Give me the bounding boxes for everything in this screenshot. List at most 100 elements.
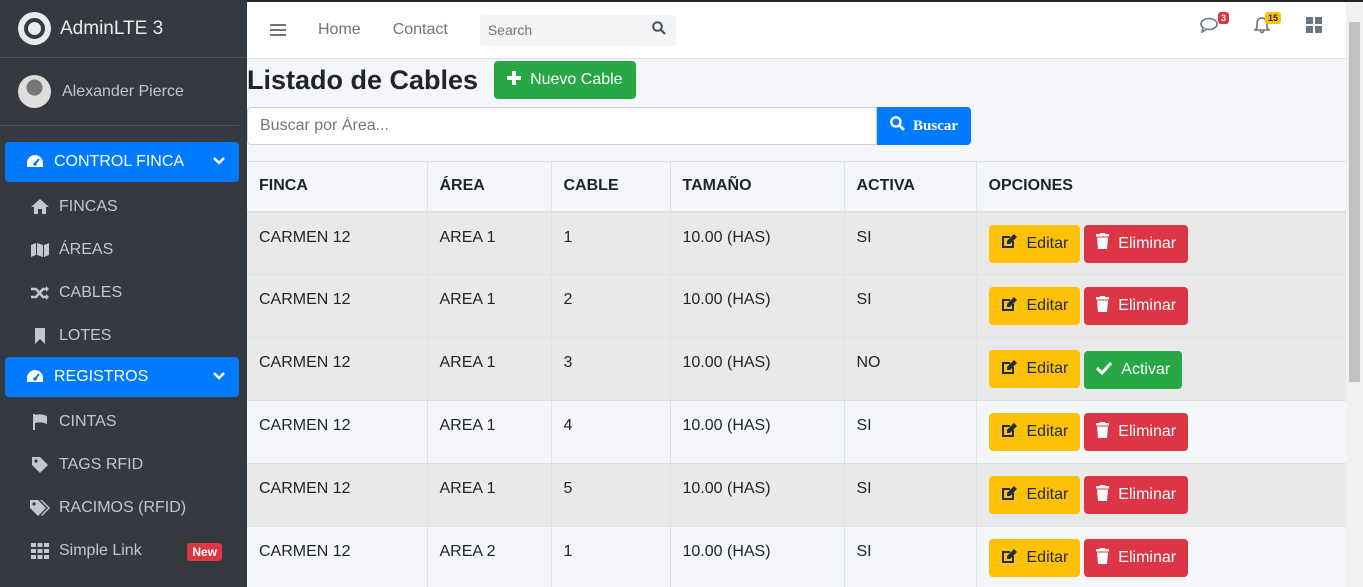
sidebar-item-lotes[interactable]: LOTES <box>5 314 239 357</box>
cell-opciones: Editar Eliminar <box>976 274 1346 338</box>
delete-label: Eliminar <box>1118 549 1177 566</box>
column-header-activa[interactable]: ACTIVA <box>844 161 977 213</box>
cell-activa: SI <box>844 463 977 527</box>
cell-tamano: 10.00 (HAS) <box>670 526 845 587</box>
apps-button[interactable] <box>1303 16 1325 38</box>
cell-area: AREA 1 <box>427 337 552 401</box>
sidebar-item-cables[interactable]: CABLES <box>5 271 239 314</box>
trash-icon <box>1096 484 1110 506</box>
cell-tamano: 10.00 (HAS) <box>670 211 845 275</box>
flag-icon <box>29 413 51 431</box>
check-icon <box>1096 361 1113 380</box>
menu-toggle-icon[interactable] <box>270 21 286 39</box>
table-row: CARMEN 12 AREA 1 4 10.00 (HAS) SI Editar… <box>247 400 1346 464</box>
delete-button[interactable]: Eliminar <box>1084 476 1189 514</box>
cell-tamano: 10.00 (HAS) <box>670 337 845 401</box>
cell-cable: 5 <box>551 463 671 527</box>
cell-activa: NO <box>844 337 977 401</box>
column-header-finca[interactable]: FINCA <box>247 161 428 213</box>
cables-table: FINCA ÁREA CABLE TAMAÑO ACTIVA OPCIONES … <box>247 161 1346 587</box>
sidebar-item-tags-rfid[interactable]: TAGS RFID <box>5 443 239 486</box>
sidebar: AdminLTE 3 Alexander Pierce CONTROL FINC… <box>0 0 247 587</box>
search-button-label: Buscar <box>913 117 958 134</box>
edit-button[interactable]: Editar <box>988 287 1081 325</box>
sidebar-item-label: CONTROL FINCA <box>54 153 185 170</box>
sidebar-item-areas[interactable]: ÁREAS <box>5 228 239 271</box>
activate-label: Activar <box>1121 361 1171 378</box>
sidebar-item-simple-link[interactable]: Simple Link New <box>5 529 239 572</box>
avatar <box>18 75 51 108</box>
cell-area: AREA 1 <box>427 211 552 275</box>
sidebar-nav: CONTROL FINCA FINCAS ÁREAS CABLES LOTES … <box>0 126 247 572</box>
sidebar-item-cintas[interactable]: CINTAS <box>5 400 239 443</box>
brand-name: AdminLTE 3 <box>60 17 164 39</box>
edit-icon <box>1001 359 1018 380</box>
messages-button[interactable]: 3 <box>1199 12 1229 38</box>
new-cable-button[interactable]: Nuevo Cable <box>494 61 636 99</box>
nav-link-contact[interactable]: Contact <box>393 21 448 39</box>
edit-label: Editar <box>1026 486 1069 503</box>
edit-icon <box>1001 233 1018 254</box>
grid-icon <box>29 542 51 560</box>
sidebar-item-registros[interactable]: REGISTROS <box>5 357 239 397</box>
cell-activa: SI <box>844 526 977 587</box>
activate-button[interactable]: Activar <box>1084 351 1183 389</box>
edit-label: Editar <box>1026 360 1069 377</box>
cell-cable: 1 <box>551 211 671 275</box>
user-panel[interactable]: Alexander Pierce <box>0 58 239 126</box>
scrollbar-thumb[interactable] <box>1349 22 1360 382</box>
edit-button[interactable]: Editar <box>988 350 1081 388</box>
column-header-area[interactable]: ÁREA <box>427 161 552 213</box>
delete-button[interactable]: Eliminar <box>1084 224 1189 263</box>
search-icon[interactable] <box>652 20 666 40</box>
column-header-cable[interactable]: CABLE <box>551 161 671 213</box>
table-row: CARMEN 12 AREA 1 3 10.00 (HAS) NO Editar… <box>247 337 1346 401</box>
cell-finca: CARMEN 12 <box>247 526 428 587</box>
cell-finca: CARMEN 12 <box>247 274 428 338</box>
trash-icon <box>1096 421 1110 443</box>
delete-button[interactable]: Eliminar <box>1084 539 1189 577</box>
cell-tamano: 10.00 (HAS) <box>670 400 845 464</box>
page-scrollbar[interactable] <box>1346 2 1363 587</box>
sidebar-item-racimos-rfid[interactable]: RACIMOS (RFID) <box>5 486 239 529</box>
sidebar-item-label: RACIMOS (RFID) <box>59 498 187 516</box>
sidebar-item-fincas[interactable]: FINCAS <box>5 185 239 228</box>
nav-link-home[interactable]: Home <box>318 21 361 39</box>
user-name: Alexander Pierce <box>62 82 184 100</box>
tachometer-icon <box>24 153 46 171</box>
cell-cable: 3 <box>551 337 671 401</box>
top-navbar: Home Contact 3 15 <box>247 0 1363 59</box>
delete-button[interactable]: Eliminar <box>1084 287 1189 325</box>
brand-link[interactable]: AdminLTE 3 <box>0 0 247 58</box>
edit-button[interactable]: Editar <box>988 476 1081 514</box>
tag-icon <box>29 456 51 474</box>
search-button[interactable]: Buscar <box>877 107 971 145</box>
cell-activa: SI <box>844 211 977 275</box>
delete-button[interactable]: Eliminar <box>1084 413 1189 451</box>
navbar-search-input[interactable] <box>487 22 638 38</box>
table-row: CARMEN 12 AREA 2 1 10.00 (HAS) SI Editar… <box>247 526 1346 587</box>
delete-label: Eliminar <box>1118 297 1177 314</box>
edit-button[interactable]: Editar <box>988 539 1081 577</box>
bookmark-icon <box>29 327 51 345</box>
sidebar-item-control-finca[interactable]: CONTROL FINCA <box>5 142 239 182</box>
sidebar-item-label: TAGS RFID <box>59 455 144 473</box>
column-header-tamano[interactable]: TAMAÑO <box>670 161 845 213</box>
edit-button[interactable]: Editar <box>988 224 1081 263</box>
delete-label: Eliminar <box>1118 234 1177 252</box>
cell-cable: 1 <box>551 526 671 587</box>
edit-button[interactable]: Editar <box>988 413 1081 451</box>
sidebar-item-label: Simple Link <box>59 541 142 559</box>
delete-label: Eliminar <box>1118 486 1177 503</box>
new-badge: New <box>187 543 222 561</box>
sidebar-item-label: CABLES <box>59 283 123 301</box>
table-header-row: FINCA ÁREA CABLE TAMAÑO ACTIVA OPCIONES <box>247 161 1346 213</box>
cell-opciones: Editar Eliminar <box>976 463 1346 527</box>
notifications-button[interactable]: 15 <box>1251 12 1281 38</box>
cell-tamano: 10.00 (HAS) <box>670 463 845 527</box>
area-search-input[interactable] <box>247 107 877 145</box>
cell-opciones: Editar Eliminar <box>976 211 1346 275</box>
cell-opciones: Editar Eliminar <box>976 526 1346 587</box>
cell-tamano: 10.00 (HAS) <box>670 274 845 338</box>
table-row: CARMEN 12 AREA 1 2 10.00 (HAS) SI Editar… <box>247 274 1346 338</box>
